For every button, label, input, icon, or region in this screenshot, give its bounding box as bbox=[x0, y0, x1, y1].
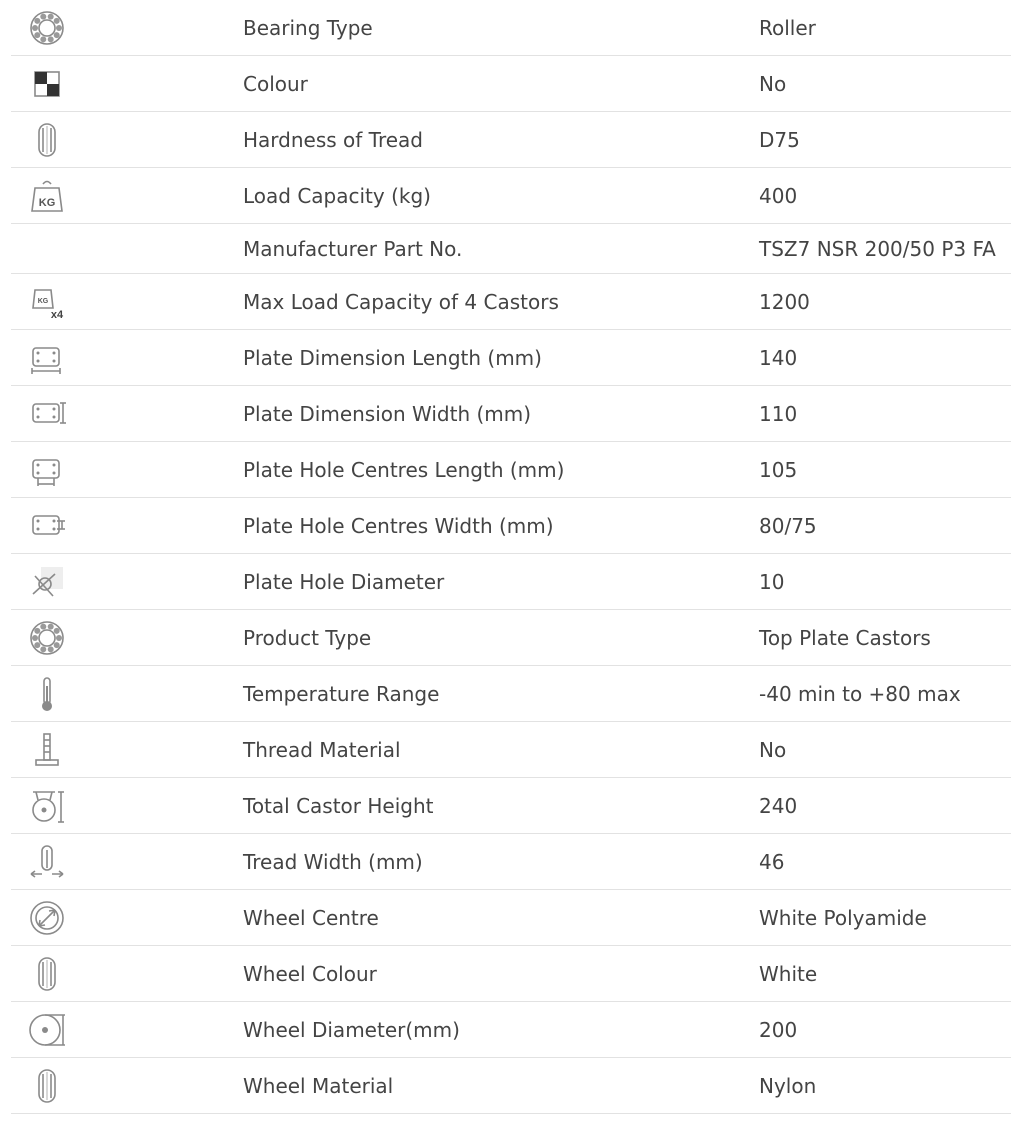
spec-row: Wheel Diameter(mm) 200 bbox=[11, 1002, 1011, 1058]
bearing-icon bbox=[27, 8, 67, 48]
spec-value: No bbox=[759, 71, 787, 96]
spec-label: Colour bbox=[243, 71, 308, 96]
spec-value: White bbox=[759, 961, 818, 986]
spec-label: Total Castor Height bbox=[243, 793, 434, 818]
spec-label: Wheel Colour bbox=[243, 961, 377, 986]
spec-value: D75 bbox=[759, 127, 800, 152]
spec-row: Plate Hole Centres Width (mm) 80/75 bbox=[11, 498, 1011, 554]
spec-label: Max Load Capacity of 4 Castors bbox=[243, 289, 559, 314]
spec-value: 140 bbox=[759, 345, 798, 370]
spec-value: 110 bbox=[759, 401, 798, 426]
castor-height-icon bbox=[27, 786, 67, 826]
spec-row: KG x4 Max Load Capacity of 4 Castors 1200 bbox=[11, 274, 1011, 330]
spec-value: 1200 bbox=[759, 289, 810, 314]
spec-row: Plate Dimension Width (mm) 110 bbox=[11, 386, 1011, 442]
wheel-diameter-icon bbox=[27, 1010, 67, 1050]
spec-label: Wheel Diameter(mm) bbox=[243, 1017, 460, 1042]
spec-value: Roller bbox=[759, 15, 816, 40]
spec-row: Plate Hole Diameter 10 bbox=[11, 554, 1011, 610]
spec-value: Nylon bbox=[759, 1073, 817, 1098]
spec-row: Hardness of Tread D75 bbox=[11, 112, 1011, 168]
thread-stem-icon bbox=[27, 730, 67, 770]
product-type-icon bbox=[27, 618, 67, 658]
plate-length-icon bbox=[27, 338, 67, 378]
icon-placeholder bbox=[27, 229, 67, 269]
spec-label: Bearing Type bbox=[243, 15, 373, 40]
spec-row: Temperature Range -40 min to +80 max bbox=[11, 666, 1011, 722]
spec-label: Plate Hole Centres Width (mm) bbox=[243, 513, 554, 538]
spec-value: No bbox=[759, 737, 787, 762]
spec-label: Manufacturer Part No. bbox=[243, 236, 463, 261]
spec-label: Wheel Centre bbox=[243, 905, 379, 930]
spec-label: Plate Dimension Width (mm) bbox=[243, 401, 532, 426]
wheel-tread-icon bbox=[27, 120, 67, 160]
spec-value: -40 min to +80 max bbox=[759, 681, 961, 706]
thermometer-icon bbox=[27, 674, 67, 714]
spec-value: 105 bbox=[759, 457, 798, 482]
spec-value: White Polyamide bbox=[759, 905, 927, 930]
spec-value: 80/75 bbox=[759, 513, 817, 538]
icon-kg-text: KG bbox=[39, 197, 56, 209]
spec-label: Wheel Material bbox=[243, 1073, 394, 1098]
spec-row: Wheel Colour White bbox=[11, 946, 1011, 1002]
wheel-colour-icon bbox=[27, 954, 67, 994]
spec-row: Plate Hole Centres Length (mm) 105 bbox=[11, 442, 1011, 498]
spec-row: Product Type Top Plate Castors bbox=[11, 610, 1011, 666]
spec-label: Load Capacity (kg) bbox=[243, 183, 431, 208]
spec-value: Top Plate Castors bbox=[759, 625, 931, 650]
spec-label: Product Type bbox=[243, 625, 372, 650]
spec-value: 400 bbox=[759, 183, 798, 208]
weight-kg-icon: KG bbox=[27, 176, 67, 216]
plate-hole-length-icon bbox=[27, 450, 67, 490]
spec-row: Bearing Type Roller bbox=[11, 0, 1011, 56]
spec-value: 46 bbox=[759, 849, 785, 874]
spec-row: Manufacturer Part No. TSZ7 NSR 200/50 P3 … bbox=[11, 224, 1011, 274]
spec-row: KG Load Capacity (kg) 400 bbox=[11, 168, 1011, 224]
icon-x4-text: x4 bbox=[51, 309, 64, 321]
wheel-centre-icon bbox=[27, 898, 67, 938]
spec-label: Plate Dimension Length (mm) bbox=[243, 345, 542, 370]
hole-diameter-icon bbox=[27, 562, 67, 602]
plate-width-icon bbox=[27, 394, 67, 434]
spec-label: Tread Width (mm) bbox=[243, 849, 423, 874]
plate-hole-width-icon bbox=[27, 506, 67, 546]
spec-label: Plate Hole Centres Length (mm) bbox=[243, 457, 565, 482]
tread-width-icon bbox=[27, 842, 67, 882]
spec-row: Plate Dimension Length (mm) 140 bbox=[11, 330, 1011, 386]
spec-row: Colour No bbox=[11, 56, 1011, 112]
colour-swatch-icon bbox=[27, 64, 67, 104]
spec-value: 240 bbox=[759, 793, 798, 818]
spec-value: 200 bbox=[759, 1017, 798, 1042]
spec-row: Total Castor Height 240 bbox=[11, 778, 1011, 834]
specification-table: Bearing Type Roller Colour No Hardness of Tr… bbox=[11, 0, 1011, 1114]
spec-row: Tread Width (mm) 46 bbox=[11, 834, 1011, 890]
spec-label: Temperature Range bbox=[243, 681, 440, 706]
weight-kg-x4-icon: KG x4 bbox=[27, 282, 67, 322]
spec-value: 10 bbox=[759, 569, 785, 594]
spec-label: Thread Material bbox=[243, 737, 401, 762]
spec-row: Wheel Centre White Polyamide bbox=[11, 890, 1011, 946]
spec-row: Wheel Material Nylon bbox=[11, 1058, 1011, 1114]
spec-label: Hardness of Tread bbox=[243, 127, 423, 152]
wheel-material-icon bbox=[27, 1066, 67, 1106]
spec-value: TSZ7 NSR 200/50 P3 FA bbox=[759, 236, 996, 261]
icon-kg-text: KG bbox=[38, 298, 49, 305]
spec-label: Plate Hole Diameter bbox=[243, 569, 445, 594]
spec-row: Thread Material No bbox=[11, 722, 1011, 778]
